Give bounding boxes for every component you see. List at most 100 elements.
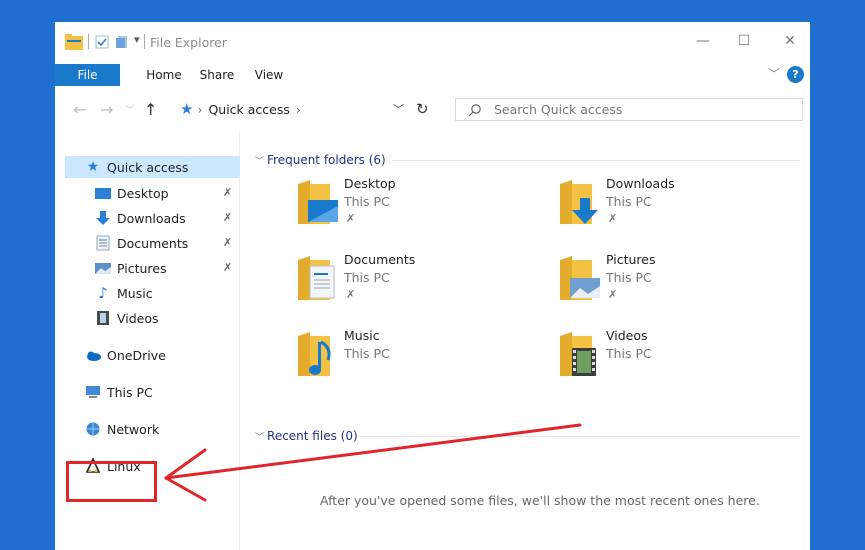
search-placeholder: Search Quick access (494, 102, 623, 117)
desktop-icon (95, 185, 111, 201)
recent-files-empty-message: After you've opened some files, we'll sh… (320, 493, 760, 508)
music-note-icon: ♪ (98, 284, 108, 302)
tab-file[interactable]: File (55, 64, 120, 86)
folder-tile-desktop[interactable]: Desktop This PC ✗ (290, 176, 530, 236)
nav-onedrive[interactable]: OneDrive (85, 344, 166, 366)
address-row: ← → ﹀ ↑ ★ › Quick access › ﹀ ↻ Search Qu… (55, 92, 810, 126)
pin-icon: ✗ (346, 212, 356, 225)
desktop-folder-icon (298, 180, 338, 224)
tab-view[interactable]: View (251, 64, 287, 86)
folder-tile-videos[interactable]: Videos This PC (552, 328, 792, 388)
folder-name: Documents (344, 252, 416, 267)
title-separator (88, 34, 89, 49)
highlight-box (66, 461, 157, 502)
nav-label: Pictures (117, 260, 167, 276)
folder-location: This PC (606, 194, 652, 209)
nav-label: OneDrive (107, 347, 166, 363)
nav-label: Music (117, 285, 153, 301)
pin-icon[interactable]: ✗ (223, 186, 232, 199)
recent-locations-icon[interactable]: ﹀ (125, 103, 134, 116)
pin-icon: ✗ (346, 288, 356, 301)
nav-label: Videos (117, 310, 159, 326)
folder-tile-pictures[interactable]: Pictures This PC ✗ (552, 252, 792, 312)
title-separator (144, 34, 145, 49)
content-pane: ﹀ Frequent folders (6) Desktop This PC ✗ (245, 132, 810, 550)
close-button[interactable]: ✕ (775, 30, 805, 52)
new-folder-icon[interactable] (115, 35, 129, 49)
chevron-down-icon: ﹀ (255, 156, 265, 167)
nav-label: Downloads (117, 210, 186, 226)
section-title: Frequent folders (6) (267, 153, 386, 167)
nav-this-pc[interactable]: This PC (85, 381, 153, 403)
nav-quick-access[interactable]: ★ Quick access (65, 156, 240, 178)
videos-folder-icon (560, 332, 596, 376)
videos-film-icon (95, 310, 111, 326)
quick-access-star-icon: ★ (180, 100, 194, 118)
folder-name: Music (344, 328, 380, 343)
pictures-folder-icon (560, 256, 600, 300)
folder-name: Videos (606, 328, 648, 343)
search-input[interactable]: Search Quick access (455, 98, 803, 121)
ribbon-tabs: File Home Share View ﹀ ? (55, 62, 810, 86)
nav-downloads[interactable]: Downloads (95, 207, 186, 229)
refresh-icon[interactable]: ↻ (416, 98, 429, 120)
nav-network[interactable]: Network (85, 418, 159, 440)
address-path[interactable]: Quick access (208, 102, 289, 117)
properties-icon[interactable] (95, 35, 109, 49)
downloads-folder-icon (560, 180, 598, 224)
expand-ribbon-icon[interactable]: ﹀ (768, 65, 780, 82)
address-dropdown-icon[interactable]: ﹀ (393, 98, 404, 120)
section-divider (360, 436, 800, 437)
folder-location: This PC (606, 346, 652, 361)
downloads-arrow-icon (95, 210, 111, 226)
recent-files-header[interactable]: ﹀ Recent files (0) (255, 428, 358, 444)
computer-icon (85, 384, 101, 400)
nav-pictures[interactable]: Pictures (95, 257, 167, 279)
help-icon[interactable]: ? (787, 66, 804, 83)
nav-label: Quick access (107, 159, 189, 175)
onedrive-cloud-icon (85, 347, 101, 363)
nav-label: This PC (107, 384, 153, 400)
nav-label: Desktop (117, 185, 169, 201)
chevron-down-icon: ﹀ (255, 432, 265, 443)
folder-tile-documents[interactable]: Documents This PC ✗ (290, 252, 530, 312)
tab-share[interactable]: Share (197, 64, 237, 86)
frequent-folders-header[interactable]: ﹀ Frequent folders (6) (255, 152, 386, 168)
minimize-button[interactable]: — (688, 30, 718, 52)
tab-home[interactable]: Home (139, 64, 189, 86)
path-separator: › (295, 101, 301, 117)
section-divider (392, 160, 800, 161)
folder-location: This PC (606, 270, 652, 285)
customize-quick-access-icon[interactable]: ▾ (134, 33, 140, 46)
network-icon (85, 421, 101, 437)
window-title: File Explorer (150, 35, 227, 50)
maximize-button[interactable]: ☐ (729, 30, 759, 52)
nav-label: Network (107, 421, 160, 437)
folder-tile-music[interactable]: Music This PC (290, 328, 530, 388)
music-folder-icon (298, 332, 331, 376)
nav-documents[interactable]: Documents (95, 232, 188, 254)
folder-name: Downloads (606, 176, 675, 191)
folder-location: This PC (344, 194, 390, 209)
up-arrow-icon[interactable]: ↑ (144, 100, 157, 119)
nav-videos[interactable]: Videos (95, 307, 159, 329)
pin-icon[interactable]: ✗ (223, 211, 232, 224)
title-bar: ▾ File Explorer — ☐ ✕ (55, 22, 810, 62)
documents-folder-icon (298, 256, 335, 300)
nav-label: Documents (117, 235, 189, 251)
section-title: Recent files (0) (267, 429, 358, 443)
pin-icon: ✗ (608, 288, 618, 301)
pin-icon: ✗ (608, 212, 618, 225)
folder-name: Pictures (606, 252, 656, 267)
file-explorer-window: ▾ File Explorer — ☐ ✕ File Home Share Vi… (55, 22, 810, 550)
back-arrow-icon[interactable]: ← (73, 100, 86, 119)
search-icon (468, 103, 481, 116)
nav-desktop[interactable]: Desktop (95, 182, 169, 204)
forward-arrow-icon[interactable]: → (100, 100, 113, 119)
pin-icon[interactable]: ✗ (223, 236, 232, 249)
pin-icon[interactable]: ✗ (223, 261, 232, 274)
folder-name: Desktop (344, 176, 396, 191)
nav-music[interactable]: ♪ Music (95, 282, 153, 304)
folder-tile-downloads[interactable]: Downloads This PC ✗ (552, 176, 792, 236)
folder-app-icon (65, 34, 83, 50)
